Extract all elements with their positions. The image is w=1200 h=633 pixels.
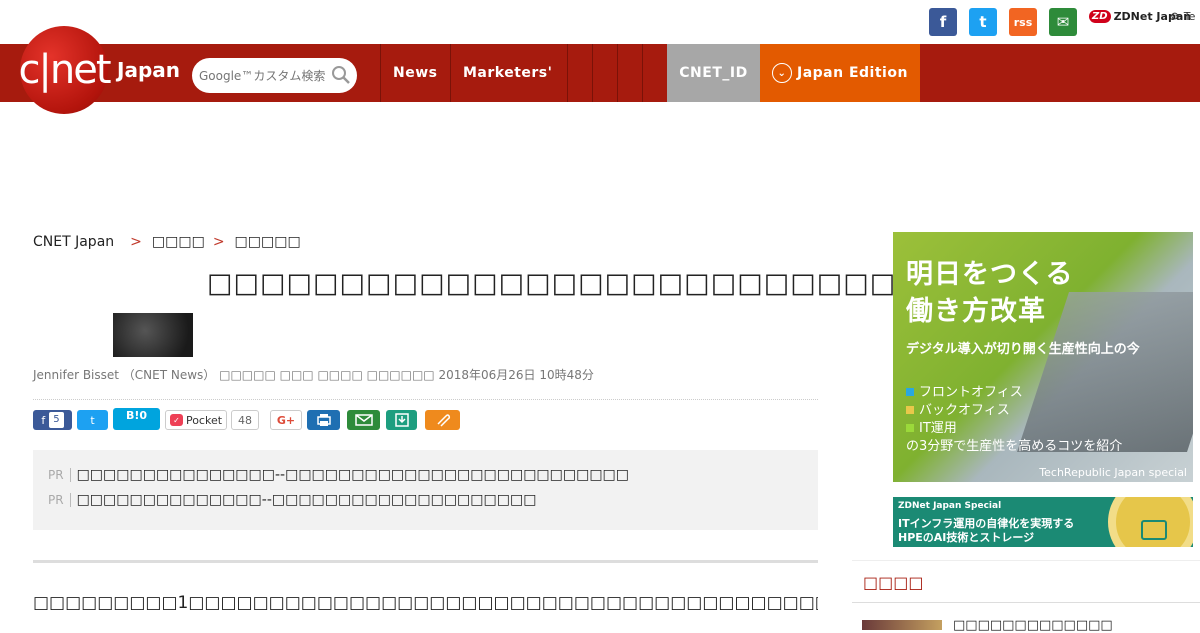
logo-japan-label: Japan bbox=[117, 58, 180, 82]
facebook-icon[interactable]: f bbox=[929, 8, 957, 36]
ad-banner-workstyle[interactable]: 明日をつくる 働き方改革 デジタル導入が切り開く生産性向上の今 フロントオフィス… bbox=[893, 232, 1193, 482]
ad-footer: TechRepublic Japan special bbox=[1039, 466, 1187, 479]
nav-marketers[interactable]: Marketers' bbox=[463, 44, 552, 102]
pr-link[interactable]: □□□□□□□□□□□□□□□--□□□□□□□□□□□□□□□□□□□□□□□… bbox=[77, 467, 629, 483]
nav-divider bbox=[567, 44, 568, 102]
sidebar-section-title: □□□□ bbox=[863, 573, 924, 592]
nav-divider bbox=[617, 44, 618, 102]
monitor-icon bbox=[1141, 520, 1167, 540]
author-thumbnail bbox=[113, 313, 193, 357]
ad-list-tail: の3分野で生産性を高めるコツを紹介 bbox=[906, 439, 1123, 454]
ad-heading-line: 明日をつくる bbox=[906, 259, 1074, 290]
mail-icon[interactable]: ✉ bbox=[1049, 8, 1077, 36]
share-pocket-button[interactable]: ✓ Pocket bbox=[165, 410, 227, 430]
pr-item[interactable]: PR □□□□□□□□□□□□□□--□□□□□□□□□□□□□□□□□□□□ bbox=[48, 492, 536, 508]
ad-list-item: フロントオフィス bbox=[906, 384, 1122, 402]
cnet-logo[interactable]: c|net bbox=[18, 26, 112, 114]
download-icon bbox=[394, 413, 409, 427]
breadcrumb-level2[interactable]: □□□□□ bbox=[235, 234, 301, 250]
main-navbar bbox=[0, 44, 1200, 102]
print-icon bbox=[316, 414, 331, 426]
ad-subheading: デジタル導入が切り開く生産性向上の今 bbox=[906, 342, 1140, 357]
pr-box: PR □□□□□□□□□□□□□□□--□□□□□□□□□□□□□□□□□□□□… bbox=[33, 450, 818, 530]
search-input[interactable] bbox=[192, 58, 327, 93]
sidebar-thumbnail[interactable] bbox=[862, 620, 942, 630]
divider bbox=[33, 399, 818, 400]
nav-divider bbox=[380, 44, 381, 102]
twitter-icon: t bbox=[90, 413, 95, 427]
pr-label: PR bbox=[48, 493, 71, 507]
nav-cnet-id[interactable]: CNET_ID bbox=[667, 44, 760, 102]
pocket-count: 48 bbox=[231, 410, 259, 430]
zdnet-logo: ZD bbox=[1089, 10, 1111, 23]
share-twitter-button[interactable]: t bbox=[77, 410, 108, 430]
techrepublic-link[interactable]: ⟳ Te bbox=[1171, 10, 1195, 23]
ad-tag: ZDNet Japan Special bbox=[898, 501, 1002, 511]
nav-news[interactable]: News bbox=[393, 44, 437, 102]
ad-line: HPEのAI技術とストレージ bbox=[898, 531, 1035, 544]
facebook-share-count: 5 bbox=[49, 412, 64, 428]
print-button[interactable] bbox=[307, 410, 340, 430]
ad-heading-line: 働き方改革 bbox=[906, 296, 1046, 327]
article-body: □□□□□□□□□1□□□□□□□□□□□□□□□□□□□□□□□□□□□□□□… bbox=[33, 593, 818, 613]
facebook-icon: f bbox=[41, 413, 46, 427]
nav-divider bbox=[592, 44, 593, 102]
pr-item[interactable]: PR □□□□□□□□□□□□□□□--□□□□□□□□□□□□□□□□□□□□… bbox=[48, 467, 629, 483]
article-byline: Jennifer Bisset （CNET News） □□□□□ □□□ □□… bbox=[33, 368, 594, 382]
sidebar-section-header: □□□□ bbox=[852, 560, 1200, 603]
nav-divider bbox=[642, 44, 643, 102]
save-button[interactable] bbox=[386, 410, 417, 430]
clip-icon bbox=[436, 414, 450, 427]
chevron-down-icon: ⌄ bbox=[772, 63, 792, 83]
pocket-icon: ✓ bbox=[169, 414, 183, 426]
mail-icon bbox=[354, 414, 373, 426]
search-box bbox=[192, 58, 357, 93]
breadcrumb: CNET Japan > □□□□ > □□□□□ bbox=[33, 234, 301, 250]
search-icon[interactable] bbox=[331, 65, 351, 85]
share-hatena-button[interactable]: B!0 bbox=[113, 408, 160, 430]
techrepublic-label: Te bbox=[1183, 10, 1196, 23]
ad-list-item: IT運用 bbox=[906, 420, 1122, 438]
breadcrumb-separator: > bbox=[130, 234, 142, 250]
top-social-strip: f t rss ✉ ZD ZDNet Japan ⟳ Te bbox=[0, 0, 1200, 44]
breadcrumb-home[interactable]: CNET Japan bbox=[33, 234, 114, 250]
pr-link[interactable]: □□□□□□□□□□□□□□--□□□□□□□□□□□□□□□□□□□□ bbox=[77, 492, 537, 508]
share-google-plus-button[interactable]: G+ bbox=[270, 410, 302, 430]
ad-list: フロントオフィス バックオフィス IT運用 の3分野で生産性を高めるコツを紹介 bbox=[906, 384, 1122, 456]
divider bbox=[33, 560, 818, 563]
ad-banner-hpe[interactable]: ZDNet Japan Special ITインフラ運用の自律化を実現する HP… bbox=[893, 497, 1193, 547]
rss-icon[interactable]: rss bbox=[1009, 8, 1037, 36]
breadcrumb-separator: > bbox=[212, 234, 225, 250]
nav-japan-edition[interactable]: ⌄ Japan Edition bbox=[760, 44, 920, 102]
edition-label: Japan Edition bbox=[797, 65, 908, 81]
ad-heading: 明日をつくる 働き方改革 bbox=[906, 256, 1073, 330]
mail-share-button[interactable] bbox=[347, 410, 380, 430]
clip-button[interactable] bbox=[425, 410, 460, 430]
article-title: □□□□□□□□□□□□□□□□□□□□□□□□□□ bbox=[207, 268, 897, 299]
pocket-label: Pocket bbox=[185, 413, 223, 427]
ad-list-item: バックオフィス bbox=[906, 402, 1122, 420]
sidebar-link[interactable]: □□□□□□□□□□□□□ bbox=[953, 618, 1113, 633]
share-facebook-button[interactable]: f5 bbox=[33, 410, 72, 430]
twitter-icon[interactable]: t bbox=[969, 8, 997, 36]
breadcrumb-level1[interactable]: □□□□ bbox=[152, 234, 205, 250]
pr-label: PR bbox=[48, 468, 71, 482]
nav-divider bbox=[450, 44, 451, 102]
